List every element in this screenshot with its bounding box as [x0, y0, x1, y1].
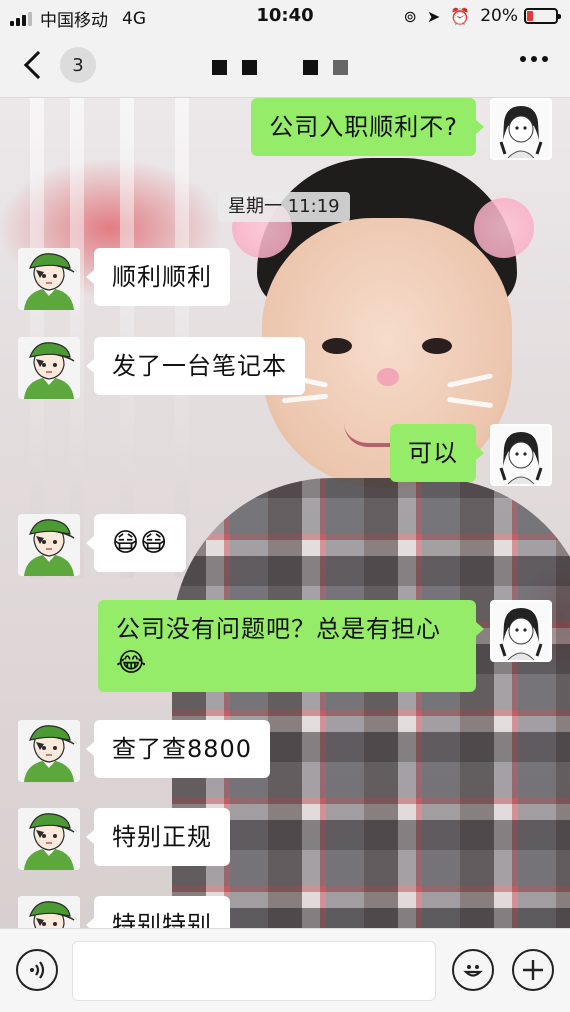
battery-icon — [524, 8, 561, 24]
friend-avatar[interactable] — [18, 896, 80, 928]
message-row: 可以 — [390, 424, 552, 486]
input-bar — [0, 928, 570, 1012]
message-row: 特别特别 — [18, 896, 230, 928]
message-row: 公司入职顺利不? — [251, 98, 552, 160]
alarm-icon: ⏰ — [450, 6, 471, 26]
message-row: 发了一台笔记本 — [18, 337, 305, 399]
message-bubble[interactable]: 可以 — [390, 424, 484, 482]
my-avatar[interactable] — [490, 98, 552, 160]
message-bubble[interactable]: 查了查8800 — [85, 720, 271, 778]
time-divider: 星期一 11:19 — [218, 192, 350, 222]
message-bubble[interactable]: 公司入职顺利不? — [251, 98, 484, 156]
emoji-icon[interactable] — [452, 949, 494, 991]
message-bubble[interactable]: 顺利顺利 — [86, 248, 230, 306]
battery-level — [527, 11, 533, 21]
message-bubble[interactable]: 😷😷 — [85, 514, 187, 572]
unread-count-badge: 3 — [60, 47, 96, 83]
chat-title-redacted — [212, 60, 363, 75]
chevron-left-icon — [23, 50, 53, 80]
chat-area[interactable]: 公司入职顺利不? 星期一 11:19 顺利顺利 发了一台笔记本 可以 😷😷 公司… — [0, 98, 570, 928]
message-row: 查了查8800 — [18, 720, 271, 782]
message-row: 公司没有问题吧？总是有担心 😂 — [98, 600, 552, 692]
message-bubble[interactable]: 发了一台笔记本 — [86, 337, 305, 395]
status-right: ⊚ ➤ ⏰ 20% — [393, 6, 561, 26]
status-bar: 中国移动 4G 10:40 ⊚ ➤ ⏰ 20% — [0, 0, 570, 32]
message-bubble[interactable]: 特别特别 — [86, 896, 230, 928]
friend-avatar[interactable] — [18, 720, 80, 782]
friend-avatar[interactable] — [18, 248, 80, 310]
rotation-lock-icon: ⊚ — [403, 6, 417, 26]
back-button[interactable]: 3 — [18, 46, 96, 84]
message-text: 公司没有问题吧？总是有担心 — [116, 615, 441, 643]
message-bubble[interactable]: 公司没有问题吧？总是有担心 😂 — [98, 600, 484, 692]
more-icon[interactable] — [515, 56, 548, 62]
message-emoji: 😂 — [116, 648, 148, 678]
friend-avatar[interactable] — [18, 514, 80, 576]
friend-avatar[interactable] — [18, 337, 80, 399]
friend-avatar[interactable] — [18, 808, 80, 870]
background-child-illustration — [172, 158, 570, 928]
add-icon[interactable] — [512, 949, 554, 991]
battery-percent: 20% — [480, 6, 518, 26]
message-row: 😷😷 — [18, 514, 187, 576]
my-avatar[interactable] — [490, 424, 552, 486]
message-input[interactable] — [72, 941, 436, 1001]
my-avatar[interactable] — [490, 600, 552, 662]
message-row: 顺利顺利 — [18, 248, 230, 310]
nav-bar: 3 — [0, 32, 570, 98]
message-bubble[interactable]: 特别正规 — [86, 808, 230, 866]
location-icon: ➤ — [426, 6, 441, 26]
voice-icon[interactable] — [16, 949, 58, 991]
message-row: 特别正规 — [18, 808, 230, 870]
